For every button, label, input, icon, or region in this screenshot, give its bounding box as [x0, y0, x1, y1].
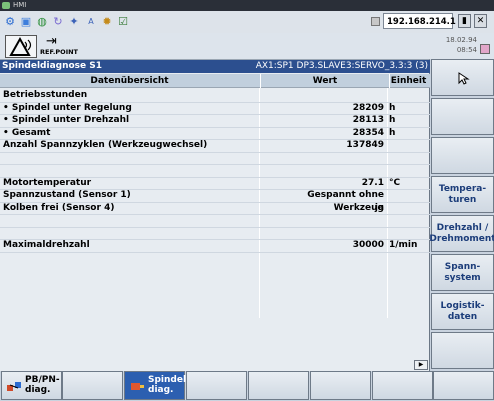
- refresh-icon[interactable]: ↻: [51, 15, 65, 28]
- horizontal-softkey-2[interactable]: [62, 371, 123, 400]
- row-unit: h: [389, 102, 396, 113]
- row-name: Spannzustand (Sensor 1): [3, 190, 131, 200]
- softkey-temperaturen[interactable]: Tempera- turen: [431, 176, 494, 213]
- row-value: ja: [374, 202, 384, 213]
- network-diag-icon: [7, 382, 21, 391]
- header-bar: ⇥ REF.POINT 18.02.94 08:54: [0, 33, 494, 59]
- row-value: 30000: [352, 240, 384, 250]
- horizontal-softkey-4[interactable]: [186, 371, 247, 400]
- table-row[interactable]: Betriebsstunden: [0, 89, 430, 103]
- connection-icon: [371, 17, 380, 26]
- horizontal-softkey-5[interactable]: [248, 371, 309, 400]
- row-name: • Gesamt: [3, 127, 51, 138]
- table-row: [0, 227, 430, 240]
- table-row[interactable]: Kolben frei (Sensor 4) ja: [0, 202, 430, 215]
- softkey-drehzahl-drehmoment[interactable]: Drehzahl / Drehmoment: [429, 215, 494, 252]
- row-value: 28113: [352, 115, 384, 125]
- row-name: Motortemperatur: [3, 177, 92, 188]
- column-header-value: Wert: [260, 74, 390, 88]
- vertical-softkey-8[interactable]: [431, 332, 494, 369]
- network-icon[interactable]: ⚙: [3, 15, 17, 28]
- softkey-spannsystem[interactable]: Spann- system: [431, 254, 494, 291]
- scroll-right-button[interactable]: ▶: [414, 360, 428, 370]
- table-row: [0, 164, 430, 178]
- window-titlebar: HMI: [0, 0, 494, 11]
- row-name: Maximaldrehzahl: [3, 240, 90, 250]
- alarm-icon[interactable]: [5, 35, 37, 58]
- channel-state-icon: [480, 44, 490, 54]
- window-icon[interactable]: ▣: [19, 15, 33, 28]
- panel-title-bar: Spindeldiagnose S1 AX1:SP1 DP3.SLAVE3:SE…: [0, 60, 430, 73]
- text-icon[interactable]: A: [84, 15, 98, 28]
- vertical-softkey-3[interactable]: [431, 137, 494, 174]
- table-row[interactable]: • Gesamt 28354 h: [0, 127, 430, 140]
- window-title: HMI: [13, 1, 27, 9]
- time-text: 08:54: [456, 46, 477, 54]
- table-row: [0, 152, 430, 165]
- ref-point-icon: ⇥: [46, 34, 57, 49]
- table-header: Datenübersicht Wert Einheit: [0, 74, 430, 88]
- row-value: 28354: [352, 127, 384, 138]
- vertical-softkey-2[interactable]: [431, 98, 494, 135]
- vertical-softkey-1[interactable]: [431, 59, 494, 96]
- column-header-overview: Datenübersicht: [90, 76, 169, 86]
- tools-icon[interactable]: ✦: [67, 15, 81, 28]
- app-icon: [2, 2, 10, 9]
- row-value: 137849: [346, 140, 384, 150]
- softkey-logistikdaten[interactable]: Logistik- daten: [431, 293, 494, 330]
- table-row[interactable]: Maximaldrehzahl 30000 1/min: [0, 239, 430, 253]
- softkey-pb-pn-diag[interactable]: PB/PN- diag.: [1, 371, 62, 400]
- row-value: 28209: [352, 102, 384, 113]
- row-name: • Spindel unter Drehzahl: [3, 115, 130, 125]
- row-unit: h: [389, 115, 396, 125]
- table-row[interactable]: Spannzustand (Sensor 1) Gespannt ohne We…: [0, 189, 430, 213]
- gear-icon[interactable]: ✹: [100, 15, 114, 28]
- row-value: 27.1: [361, 177, 384, 188]
- spindle-icon: [131, 383, 144, 390]
- row-name: Kolben frei (Sensor 4): [3, 202, 115, 213]
- table-row[interactable]: • Spindel unter Drehzahl 28113 h: [0, 114, 430, 128]
- table-row[interactable]: Motortemperatur 27.1 °C: [0, 177, 430, 190]
- row-name: • Spindel unter Regelung: [3, 102, 132, 113]
- cursor-icon: [458, 71, 470, 85]
- row-unit: h: [389, 127, 396, 138]
- datetime: 18.02.94 08:54: [446, 35, 477, 55]
- horizontal-softkey-7[interactable]: [372, 371, 433, 400]
- row-unit: °C: [389, 177, 401, 188]
- column-header-unit: Einheit: [390, 76, 427, 86]
- table-row: [0, 214, 430, 228]
- row-name: Betriebsstunden: [3, 90, 88, 100]
- row-unit: 1/min: [389, 240, 418, 250]
- close-button[interactable]: ✕: [474, 14, 487, 28]
- row-name: Anzahl Spannzyklen (Werkzeugwechsel): [3, 140, 208, 150]
- spindle-diagnosis-panel: Spindeldiagnose S1 AX1:SP1 DP3.SLAVE3:SE…: [0, 59, 430, 371]
- ip-address-field[interactable]: 192.168.214.1: [383, 13, 456, 29]
- checkbox-icon[interactable]: ☑: [116, 15, 130, 28]
- horizontal-softkey-6[interactable]: [310, 371, 371, 400]
- status-led-icon: ▮: [458, 14, 471, 28]
- softkey-spindel-diag[interactable]: Spindel diag.: [124, 371, 186, 400]
- table-row[interactable]: Anzahl Spannzyklen (Werkzeugwechsel) 137…: [0, 139, 430, 153]
- horizontal-softkey-8[interactable]: [433, 371, 494, 400]
- axis-info: AX1:SP1 DP3.SLAVE3:SERVO_3.3:3 (3): [255, 61, 428, 71]
- table-row[interactable]: • Spindel unter Regelung 28209 h: [0, 102, 430, 115]
- ref-point-label: REF.POINT: [40, 48, 78, 56]
- date-text: 18.02.94: [445, 36, 477, 44]
- panel-title: Spindeldiagnose S1: [2, 61, 103, 71]
- globe-icon[interactable]: ◍: [35, 15, 49, 28]
